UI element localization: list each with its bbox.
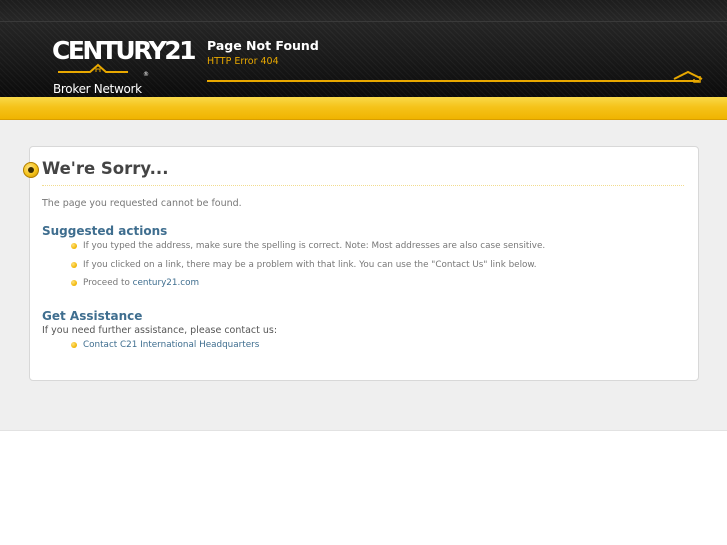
suggestion-text: If you typed the address, make sure the … <box>83 241 546 251</box>
dotted-divider <box>42 185 684 186</box>
sorry-heading: We're Sorry... <box>42 159 169 178</box>
century21-logo[interactable]: CENTURY21 ® Broker Network <box>52 36 196 98</box>
header-underline <box>207 80 699 82</box>
nav-bar <box>0 97 727 120</box>
bullet-icon <box>71 342 77 348</box>
logo-wordmark: CENTURY21 <box>52 36 196 65</box>
logo-roof-icon <box>58 63 128 73</box>
logo-subtitle: Broker Network <box>53 82 142 96</box>
logo-registered-mark: ® <box>143 71 149 78</box>
bullet-icon <box>71 262 77 268</box>
century21-link[interactable]: century21.com <box>133 278 199 288</box>
alert-icon <box>23 162 39 178</box>
contact-hq-link[interactable]: Contact C21 International Headquarters <box>83 340 259 350</box>
header-divider <box>0 21 727 22</box>
list-item: Contact C21 International Headquarters <box>71 338 259 352</box>
house-roof-icon <box>673 70 703 83</box>
list-item: Proceed to century21.com <box>71 276 199 290</box>
site-header: CENTURY21 ® Broker Network Page Not Foun… <box>0 0 727 97</box>
list-item: If you typed the address, make sure the … <box>71 239 545 253</box>
bullet-icon <box>71 243 77 249</box>
assistance-text: If you need further assistance, please c… <box>42 325 278 336</box>
page-title: Page Not Found <box>207 38 319 53</box>
not-found-message: The page you requested cannot be found. <box>42 198 242 209</box>
suggestion-text: If you clicked on a link, there may be a… <box>83 260 537 270</box>
get-assistance-heading: Get Assistance <box>42 309 143 323</box>
suggested-actions-heading: Suggested actions <box>42 224 168 238</box>
list-item: If you clicked on a link, there may be a… <box>71 258 537 272</box>
error-code: HTTP Error 404 <box>207 56 279 67</box>
bullet-icon <box>71 280 77 286</box>
proceed-text: Proceed to <box>83 278 130 288</box>
